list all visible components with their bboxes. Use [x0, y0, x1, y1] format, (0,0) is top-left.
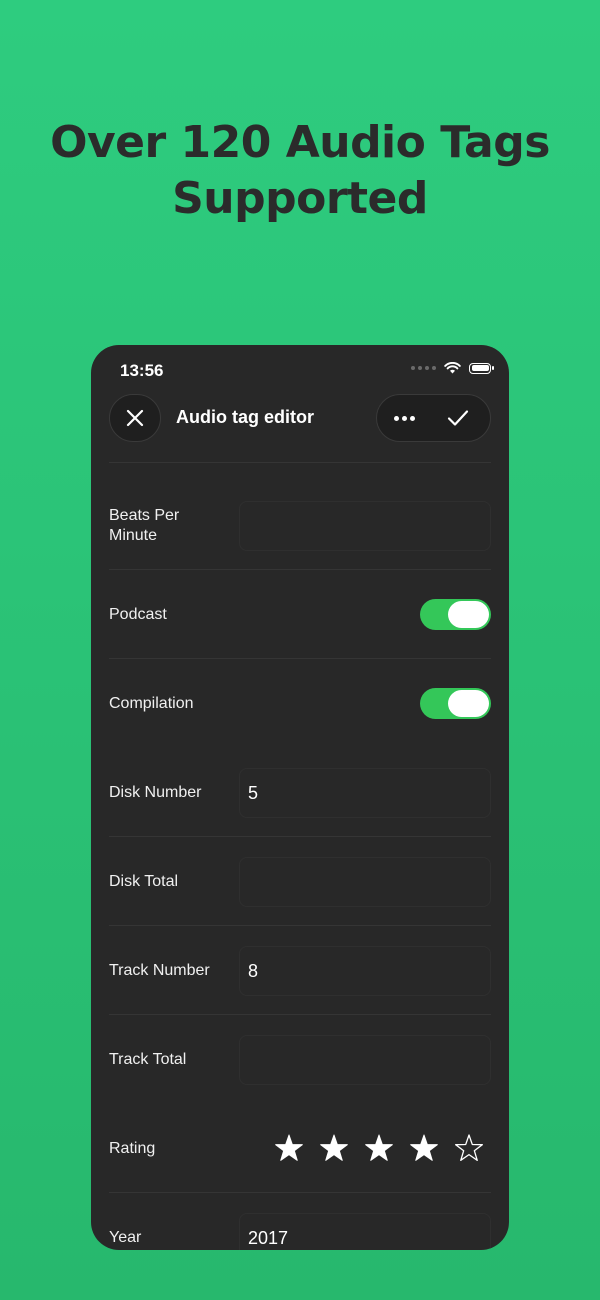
action-pill [376, 394, 491, 442]
close-button[interactable] [109, 394, 161, 442]
row-rating: Rating [91, 1104, 509, 1193]
close-icon [126, 409, 144, 427]
headline-line-1: Over 120 Audio Tags [50, 117, 550, 168]
row-podcast: Podcast [91, 570, 509, 659]
checkmark-icon [447, 410, 469, 426]
star-filled-icon[interactable] [318, 1132, 350, 1164]
more-button[interactable] [377, 395, 431, 441]
star-filled-icon[interactable] [363, 1132, 395, 1164]
row-disk-total: Disk Total [91, 837, 509, 926]
rating-label: Rating [109, 1139, 156, 1157]
track-number-input[interactable]: 8 [239, 946, 491, 996]
phone-screen: 13:56 Audio tag editor Beats Per Minute … [91, 345, 509, 1250]
year-input[interactable]: 2017 [239, 1213, 491, 1250]
page-title: Audio tag editor [176, 407, 314, 427]
disk-number-input[interactable]: 5 [239, 768, 491, 818]
year-label: Year [109, 1228, 142, 1246]
podcast-toggle[interactable] [420, 599, 491, 630]
rating-stars [273, 1132, 485, 1164]
star-filled-icon[interactable] [273, 1132, 305, 1164]
cellular-signal-icon [411, 366, 436, 370]
status-time: 13:56 [120, 361, 164, 380]
row-track-number: Track Number 8 [91, 926, 509, 1015]
disk-total-label: Disk Total [109, 872, 179, 890]
beats-per-minute-input[interactable] [239, 501, 491, 551]
track-total-input[interactable] [239, 1035, 491, 1085]
beats-per-minute-label: Beats Per Minute [109, 506, 180, 544]
confirm-button[interactable] [432, 395, 484, 441]
battery-icon [469, 362, 494, 374]
row-disk-number: Disk Number 5 [91, 748, 509, 837]
row-beats-per-minute: Beats Per Minute [91, 481, 509, 570]
row-track-total: Track Total [91, 1015, 509, 1104]
more-icon [393, 415, 415, 421]
row-year: Year 2017 [91, 1193, 509, 1250]
compilation-toggle[interactable] [420, 688, 491, 719]
compilation-label: Compilation [109, 694, 194, 712]
nav-bar: Audio tag editor [91, 394, 509, 444]
star-empty-icon[interactable] [453, 1132, 485, 1164]
track-total-label: Track Total [109, 1050, 187, 1068]
row-compilation: Compilation [91, 659, 509, 748]
disk-number-label: Disk Number [109, 783, 202, 801]
podcast-label: Podcast [109, 605, 167, 623]
wifi-icon [444, 362, 461, 374]
status-icons [411, 362, 494, 374]
status-bar: 13:56 [91, 345, 509, 395]
track-number-label: Track Number [109, 961, 210, 979]
headline-line-2: Supported [172, 173, 428, 224]
star-filled-icon[interactable] [408, 1132, 440, 1164]
disk-total-input[interactable] [239, 857, 491, 907]
divider [109, 462, 491, 463]
headline: Over 120 Audio Tags Supported [0, 115, 600, 227]
